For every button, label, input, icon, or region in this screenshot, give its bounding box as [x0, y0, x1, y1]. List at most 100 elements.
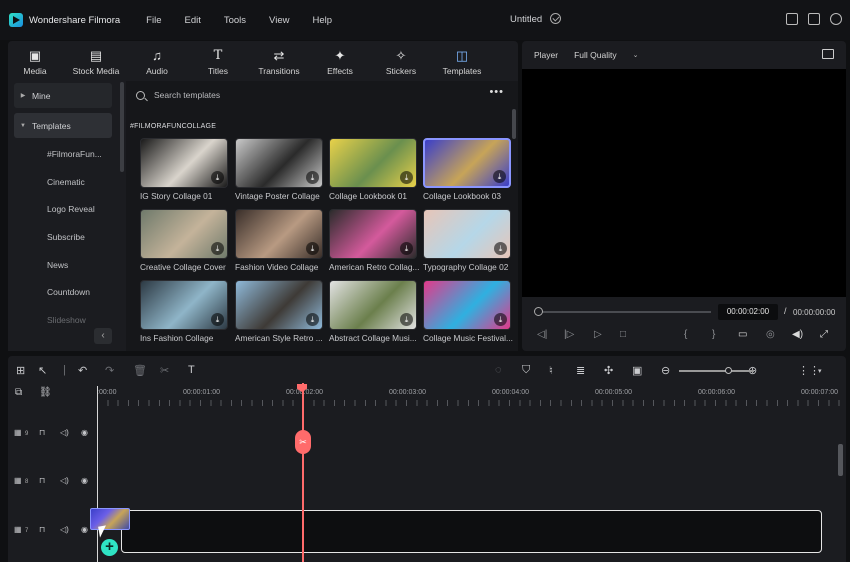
sidebar-sub-logo-reveal[interactable]: Logo Reveal: [8, 195, 118, 223]
volume-icon[interactable]: ◀): [792, 329, 803, 340]
lock-icon[interactable]: ⊓: [39, 525, 45, 534]
delete-icon[interactable]: 🗑: [133, 364, 147, 377]
toolbar-templates[interactable]: ◫ Templates: [437, 41, 487, 81]
menu-view[interactable]: View: [269, 15, 289, 26]
template-thumbnail[interactable]: ⤓: [423, 138, 511, 188]
download-icon[interactable]: ⤓: [400, 242, 413, 255]
zoom-slider[interactable]: [679, 370, 754, 372]
template-thumbnail[interactable]: ⤓: [329, 280, 417, 330]
sidebar-sub-subscribe[interactable]: Subscribe: [8, 223, 118, 251]
download-icon[interactable]: ⤓: [306, 313, 319, 326]
render-icon[interactable]: ◌: [495, 364, 502, 376]
chevron-down-icon[interactable]: ⌄: [633, 51, 639, 59]
eye-icon[interactable]: ◉: [81, 476, 88, 485]
download-icon[interactable]: ⤓: [306, 171, 319, 184]
template-thumbnail[interactable]: ⤓: [235, 280, 323, 330]
template-thumbnail[interactable]: ⤓: [140, 138, 228, 188]
drop-target-clip[interactable]: [121, 510, 822, 553]
toolbar-stickers[interactable]: ✧ Stickers: [376, 41, 426, 81]
download-icon[interactable]: ⤓: [493, 170, 506, 183]
template-card[interactable]: ⤓ American Retro Collag...: [329, 209, 419, 272]
audio-mix-icon[interactable]: ≣: [576, 364, 585, 377]
template-card[interactable]: ⤓ Collage Lookbook 03: [423, 138, 513, 201]
snapshot-view-icon[interactable]: [822, 49, 834, 59]
play-icon[interactable]: ▷: [594, 329, 602, 340]
download-icon[interactable]: ⤓: [211, 171, 224, 184]
mark-out-icon[interactable]: }: [712, 329, 715, 340]
download-icon[interactable]: ⤓: [400, 171, 413, 184]
chevron-down-icon[interactable]: ▾: [818, 367, 822, 375]
template-thumbnail[interactable]: ⤓: [423, 280, 511, 330]
sidebar-scrollbar[interactable]: [120, 82, 124, 172]
playhead[interactable]: [302, 383, 304, 562]
cloud-upload-icon[interactable]: [830, 13, 842, 25]
eye-icon[interactable]: ◉: [81, 428, 88, 437]
layout-icon[interactable]: [786, 13, 798, 25]
sidebar-item-mine[interactable]: ▶ Mine: [14, 83, 112, 108]
scrub-bar[interactable]: [536, 311, 711, 313]
stop-icon[interactable]: □: [620, 329, 626, 340]
sidebar-sub-filmorafun[interactable]: #FilmoraFun...: [8, 140, 118, 168]
template-card[interactable]: ⤓ IG Story Collage 01: [140, 138, 230, 201]
download-icon[interactable]: ⤓: [306, 242, 319, 255]
download-icon[interactable]: ⤓: [494, 242, 507, 255]
download-icon[interactable]: ⤓: [494, 313, 507, 326]
template-thumbnail[interactable]: ⤓: [329, 209, 417, 259]
timeline-scrollbar[interactable]: [838, 444, 843, 476]
template-thumbnail[interactable]: ⤓: [329, 138, 417, 188]
sidebar-sub-cinematic[interactable]: Cinematic: [8, 168, 118, 196]
marker-icon[interactable]: ⛉: [522, 364, 530, 377]
toolbar-media[interactable]: ▣ Media: [10, 41, 60, 81]
lock-icon[interactable]: ⊓: [39, 476, 45, 485]
toolbar-audio[interactable]: ♫ Audio: [132, 41, 182, 81]
previous-frame-icon[interactable]: ◁|: [537, 329, 547, 340]
cut-icon[interactable]: ✂: [160, 364, 169, 377]
toolbar-titles[interactable]: T Titles: [193, 41, 243, 81]
timeline-ruler[interactable]: :00:00 00:00:01:00 00:00:02:00 00:00:03:…: [97, 382, 846, 406]
sidebar-sub-news[interactable]: News: [8, 251, 118, 279]
eye-icon[interactable]: ◉: [81, 525, 88, 534]
download-icon[interactable]: ⤓: [211, 313, 224, 326]
toolbar-stock-media[interactable]: ▤ Stock Media: [71, 41, 121, 81]
split-scissors-icon[interactable]: ✂: [295, 430, 311, 454]
undo-icon[interactable]: ↶: [78, 364, 87, 377]
camera-icon[interactable]: ◎: [766, 329, 775, 340]
link-icon[interactable]: ⛓: [39, 387, 52, 398]
search-input[interactable]: Search templates: [154, 90, 220, 100]
menu-edit[interactable]: Edit: [184, 15, 200, 26]
add-track-icon[interactable]: ⧉: [15, 387, 22, 398]
lock-icon[interactable]: ⊓: [39, 428, 45, 437]
next-frame-icon[interactable]: |▷: [564, 329, 574, 340]
template-card[interactable]: ⤓ Fashion Video Collage: [235, 209, 325, 272]
quality-select[interactable]: Full Quality: [574, 50, 617, 60]
toolbar-transitions[interactable]: ⇄ Transitions: [254, 41, 304, 81]
menu-tools[interactable]: Tools: [224, 15, 246, 26]
text-tool-icon[interactable]: T: [188, 364, 195, 376]
search-bar[interactable]: Search templates: [130, 85, 514, 105]
template-thumbnail[interactable]: ⤓: [423, 209, 511, 259]
menu-help[interactable]: Help: [312, 15, 332, 26]
layout-grid-icon[interactable]: ⊞: [16, 364, 25, 377]
ai-effect-icon[interactable]: ✣: [604, 364, 613, 377]
template-card[interactable]: ⤓ Collage Music Festival...: [423, 280, 513, 343]
dragged-template-thumbnail[interactable]: [90, 508, 130, 530]
preview-screen[interactable]: [522, 69, 846, 297]
template-thumbnail[interactable]: ⤓: [235, 209, 323, 259]
grid-options-icon[interactable]: ⋮⋮: [798, 364, 820, 377]
download-icon[interactable]: ⤓: [400, 313, 413, 326]
zoom-out-icon[interactable]: ⊖: [661, 364, 670, 377]
save-icon[interactable]: [808, 13, 820, 25]
mute-icon[interactable]: ◁): [60, 476, 69, 485]
zoom-slider-handle[interactable]: [725, 367, 732, 374]
template-card[interactable]: ⤓ Vintage Poster Collage: [235, 138, 325, 201]
sidebar-sub-countdown[interactable]: Countdown: [8, 278, 118, 306]
menu-file[interactable]: File: [146, 15, 161, 26]
select-tool-icon[interactable]: ↖: [38, 364, 47, 377]
content-scrollbar[interactable]: [512, 109, 516, 139]
current-time[interactable]: 00:00:02:00: [718, 304, 778, 320]
microphone-icon[interactable]: ♮: [549, 364, 553, 377]
template-card[interactable]: ⤓ Ins Fashion Collage: [140, 280, 230, 343]
template-thumbnail[interactable]: ⤓: [235, 138, 323, 188]
scrub-handle[interactable]: [534, 307, 543, 316]
template-card[interactable]: ⤓ Collage Lookbook 01: [329, 138, 419, 201]
